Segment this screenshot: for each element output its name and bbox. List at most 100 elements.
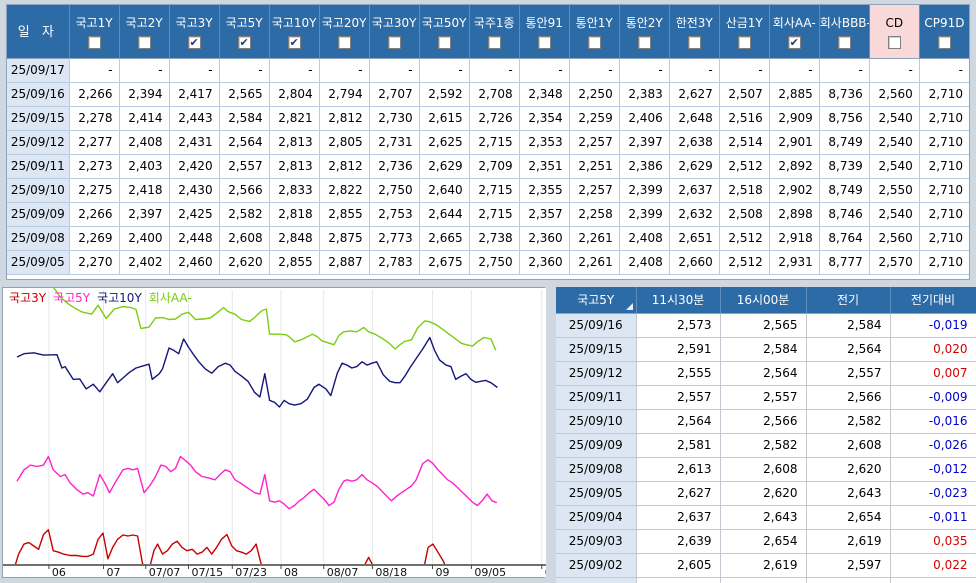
column-checkbox-국주1종[interactable] [487, 36, 501, 50]
rate-cell[interactable]: 2,560 [869, 82, 920, 107]
detail-prev-cell[interactable]: 2,620 [806, 457, 891, 482]
rate-cell[interactable]: 2,261 [569, 226, 620, 251]
rate-cell[interactable]: 8,739 [819, 154, 870, 179]
column-header-국주1종[interactable]: 국주1종 [469, 5, 520, 59]
detail-1130-cell[interactable]: 2,557 [636, 385, 721, 410]
rate-cell[interactable]: 2,355 [519, 178, 570, 203]
column-header-통안2Y[interactable]: 통안2Y [619, 5, 670, 59]
date-cell[interactable]: 25/09/11 [7, 154, 70, 179]
detail-date-cell[interactable]: 25/09/11 [556, 385, 637, 410]
rate-cell[interactable]: 2,715 [469, 130, 520, 155]
detail-1130-cell[interactable]: 2,564 [636, 409, 721, 434]
rate-cell[interactable]: 2,408 [619, 250, 670, 275]
detail-date-cell[interactable]: 25/09/12 [556, 361, 637, 386]
rate-cell[interactable]: 2,354 [519, 106, 570, 131]
column-checkbox-국고30Y[interactable] [387, 36, 401, 50]
rate-cell[interactable]: 2,648 [669, 106, 720, 131]
detail-prev-cell[interactable]: 2,584 [806, 313, 891, 338]
rate-cell[interactable]: 2,430 [169, 178, 220, 203]
rate-cell[interactable]: 2,399 [619, 202, 670, 227]
column-checkbox-회사BBB-[interactable] [837, 36, 851, 50]
rate-cell[interactable]: 2,278 [69, 106, 120, 131]
date-cell[interactable]: 25/09/16 [7, 82, 70, 107]
detail-prev-cell[interactable]: 2,619 [806, 529, 891, 554]
rate-cell[interactable]: - [519, 58, 570, 83]
rate-cell[interactable]: 2,402 [119, 250, 170, 275]
detail-header-16시00분[interactable]: 16시00분 [720, 287, 807, 314]
rate-cell[interactable]: 2,812 [319, 154, 370, 179]
rate-cell[interactable]: 8,736 [819, 82, 870, 107]
rate-cell[interactable]: 2,715 [469, 178, 520, 203]
rate-cell[interactable]: 2,608 [219, 226, 270, 251]
detail-diff-cell[interactable]: -0,016 [890, 409, 976, 434]
date-cell[interactable]: 25/09/15 [7, 106, 70, 131]
rate-cell[interactable]: 8,746 [819, 202, 870, 227]
rate-cell[interactable]: 2,566 [219, 178, 270, 203]
column-header-국고1Y[interactable]: 국고1Y [69, 5, 120, 59]
rate-cell[interactable]: 2,892 [769, 154, 820, 179]
rate-cell[interactable]: 2,638 [669, 130, 720, 155]
rate-cell[interactable]: 2,507 [719, 82, 770, 107]
rate-cell[interactable]: 8,777 [819, 250, 870, 275]
sort-indicator-icon[interactable] [625, 302, 633, 310]
detail-prev-cell[interactable]: 2,643 [806, 481, 891, 506]
rate-cell[interactable]: 2,420 [169, 154, 220, 179]
rate-cell[interactable]: 2,629 [669, 154, 720, 179]
rate-cell[interactable]: - [619, 58, 670, 83]
column-header-국고10Y[interactable]: 국고10Y ✔ [269, 5, 320, 59]
detail-1600-cell[interactable]: 2,620 [720, 481, 807, 506]
column-checkbox-국고5Y[interactable]: ✔ [237, 36, 251, 50]
rate-cell[interactable]: 2,794 [319, 82, 370, 107]
rate-cell[interactable]: 2,710 [919, 106, 969, 131]
detail-diff-cell[interactable]: -0,019 [890, 313, 976, 338]
column-checkbox-산금1Y[interactable] [737, 36, 751, 50]
rate-cell[interactable]: 2,805 [319, 130, 370, 155]
rate-cell[interactable]: - [269, 58, 320, 83]
rate-cell[interactable]: 2,855 [269, 250, 320, 275]
date-cell[interactable]: 25/09/09 [7, 202, 70, 227]
rate-cell[interactable]: 2,540 [869, 130, 920, 155]
rate-cell[interactable]: 2,818 [269, 202, 320, 227]
rate-cell[interactable]: - [69, 58, 120, 83]
rate-cell[interactable]: 2,715 [469, 202, 520, 227]
detail-1600-cell[interactable]: 2,582 [720, 433, 807, 458]
rate-cell[interactable]: 2,813 [269, 154, 320, 179]
detail-1600-cell[interactable]: 2,566 [720, 409, 807, 434]
detail-1130-cell[interactable]: 2,555 [636, 361, 721, 386]
rate-cell[interactable]: 2,400 [119, 226, 170, 251]
detail-date-cell[interactable]: 25/09/10 [556, 409, 637, 434]
detail-diff-cell[interactable]: 0,020 [890, 337, 976, 362]
rate-cell[interactable]: 2,403 [119, 154, 170, 179]
rate-cell[interactable]: 2,710 [919, 202, 969, 227]
rate-cell[interactable]: 2,675 [419, 250, 470, 275]
detail-date-cell[interactable]: 25/09/05 [556, 481, 637, 506]
rate-cell[interactable]: 2,901 [769, 130, 820, 155]
rate-cell[interactable]: 2,540 [869, 154, 920, 179]
detail-prev-cell[interactable]: 2,597 [806, 553, 891, 578]
rate-cell[interactable]: 2,417 [169, 82, 220, 107]
rate-cell[interactable]: 2,918 [769, 226, 820, 251]
rate-cell[interactable]: 2,640 [419, 178, 470, 203]
column-header-CD[interactable]: CD [869, 5, 920, 59]
detail-prev-cell[interactable]: 2,564 [806, 337, 891, 362]
date-cell[interactable]: 25/09/05 [7, 250, 70, 275]
column-checkbox-국고20Y[interactable] [337, 36, 351, 50]
rate-cell[interactable]: 2,665 [419, 226, 470, 251]
rate-cell[interactable]: 2,273 [69, 154, 120, 179]
date-cell[interactable]: 25/09/12 [7, 130, 70, 155]
rate-cell[interactable]: 2,383 [619, 82, 670, 107]
rate-cell[interactable]: 2,275 [69, 178, 120, 203]
rate-cell[interactable]: 2,448 [169, 226, 220, 251]
rate-cell[interactable]: 2,418 [119, 178, 170, 203]
column-header-한전3Y[interactable]: 한전3Y [669, 5, 720, 59]
rate-cell[interactable]: 2,875 [319, 226, 370, 251]
detail-date-cell[interactable]: 25/09/09 [556, 433, 637, 458]
rate-cell[interactable]: 2,266 [69, 82, 120, 107]
rate-cell[interactable]: 2,408 [619, 226, 670, 251]
rate-cell[interactable]: 2,833 [269, 178, 320, 203]
rate-cell[interactable]: 2,707 [369, 82, 420, 107]
column-header-회사AA-[interactable]: 회사AA- ✔ [769, 5, 820, 59]
rate-cell[interactable]: 2,257 [569, 130, 620, 155]
column-header-산금1Y[interactable]: 산금1Y [719, 5, 770, 59]
rate-cell[interactable]: - [169, 58, 220, 83]
